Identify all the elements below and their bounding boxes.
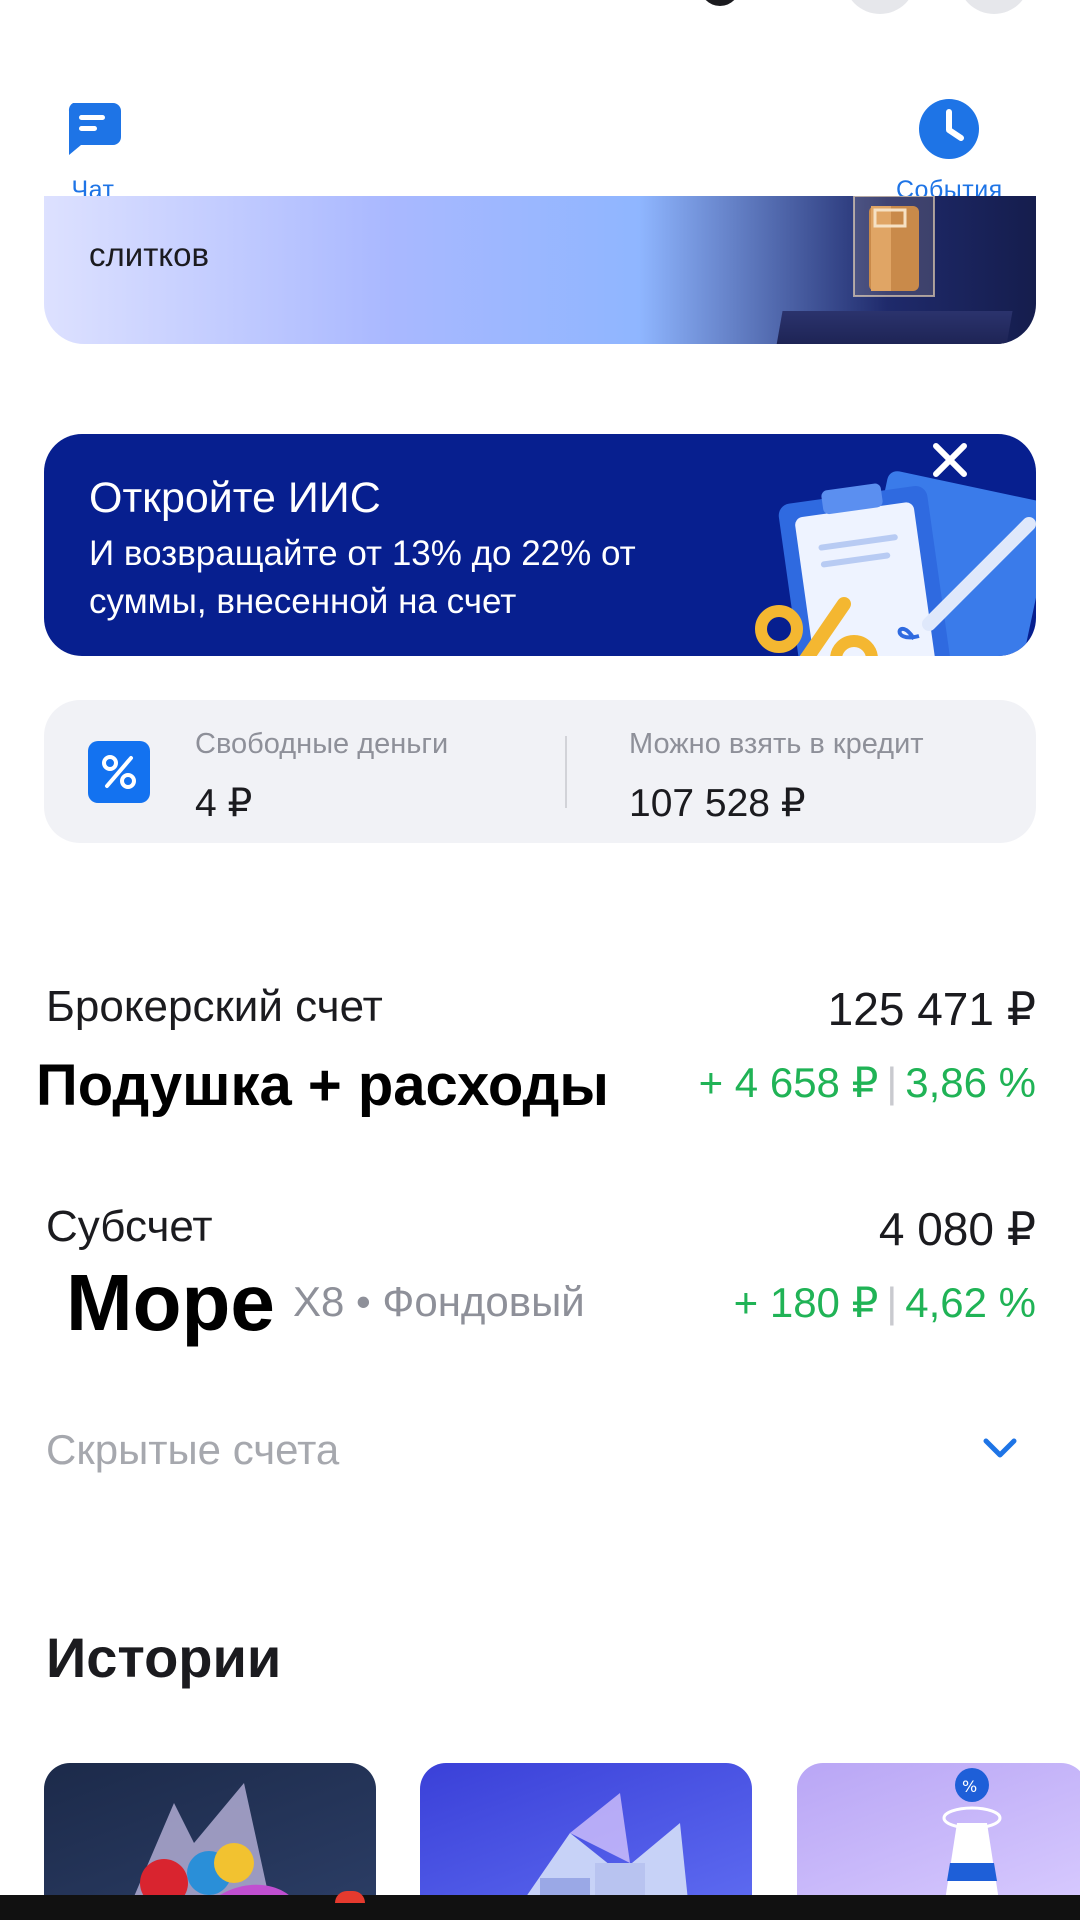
account-overlay-label: Море	[46, 1258, 291, 1348]
close-icon[interactable]	[930, 440, 970, 480]
credit-label: Можно взять в кредит	[629, 728, 924, 760]
chevron-down-icon	[983, 1438, 1017, 1458]
gold-banner-text: слитков	[89, 236, 209, 273]
chat-button[interactable]: Чат	[62, 98, 124, 205]
clock-icon	[918, 98, 980, 160]
account-type: X8 • Фондовый	[293, 1278, 585, 1325]
stories-title: Истории	[46, 1626, 282, 1689]
iis-promo-banner[interactable]: Откройте ИИС И возвращайте от 13% до 22%…	[44, 434, 1036, 656]
account-change: + 4 658 ₽ | 3,86 %	[698, 1059, 1036, 1106]
account-name: Субсчет	[46, 1202, 213, 1251]
top-action-circle-1[interactable]	[844, 0, 916, 14]
iis-subtitle: И возвращайте от 13% до 22% от суммы, вн…	[89, 534, 636, 621]
change-absolute: + 180 ₽	[733, 1279, 879, 1326]
credit-value: 107 528 ₽	[629, 782, 806, 825]
bottom-indicator	[335, 1891, 365, 1903]
gold-bar-illustration	[853, 196, 935, 297]
percent-icon	[88, 741, 150, 803]
hidden-accounts-toggle[interactable]: Скрытые счета	[46, 1426, 1036, 1486]
bottom-system-bar	[0, 1895, 1080, 1920]
account-row-subaccount[interactable]: Субсчет 4 080 ₽ X8 • Фондовый Море + 180…	[46, 1202, 1036, 1348]
gold-bars-banner[interactable]: слитков	[44, 196, 1036, 344]
change-percent: 4,62 %	[905, 1279, 1036, 1326]
free-money-label: Свободные деньги	[195, 728, 449, 760]
top-action-circle-2[interactable]	[958, 0, 1030, 14]
top-title-fragment	[700, 0, 740, 6]
free-money-value: 4 ₽	[195, 782, 253, 825]
credit-block: Можно взять в кредит 107 528 ₽	[629, 728, 924, 826]
account-amount: 125 471 ₽	[827, 983, 1036, 1035]
iis-title: Откройте ИИС	[89, 474, 381, 522]
svg-text:%: %	[962, 1777, 977, 1796]
free-money-block: Свободные деньги 4 ₽	[195, 728, 448, 826]
chat-bubble-icon	[62, 98, 124, 160]
account-change: + 180 ₽ | 4,62 %	[733, 1279, 1036, 1326]
change-percent: 3,86 %	[905, 1059, 1036, 1106]
gold-pedestal-illustration	[775, 311, 1013, 344]
account-row-brokerage[interactable]: Брокерский счет 125 471 ₽ Подушка + расх…	[36, 982, 1036, 1122]
free-money-card[interactable]: Свободные деньги 4 ₽ Можно взять в креди…	[44, 700, 1036, 843]
account-amount: 4 080 ₽	[878, 1203, 1036, 1255]
events-button[interactable]: События	[896, 98, 1003, 205]
account-name: Брокерский счет	[46, 982, 383, 1031]
account-subtitle: Подушка + расходы	[36, 1053, 609, 1118]
hidden-accounts-label: Скрытые счета	[46, 1426, 340, 1473]
clipboard-illustration	[755, 471, 1036, 656]
divider	[565, 736, 567, 808]
change-absolute: + 4 658 ₽	[698, 1059, 879, 1106]
